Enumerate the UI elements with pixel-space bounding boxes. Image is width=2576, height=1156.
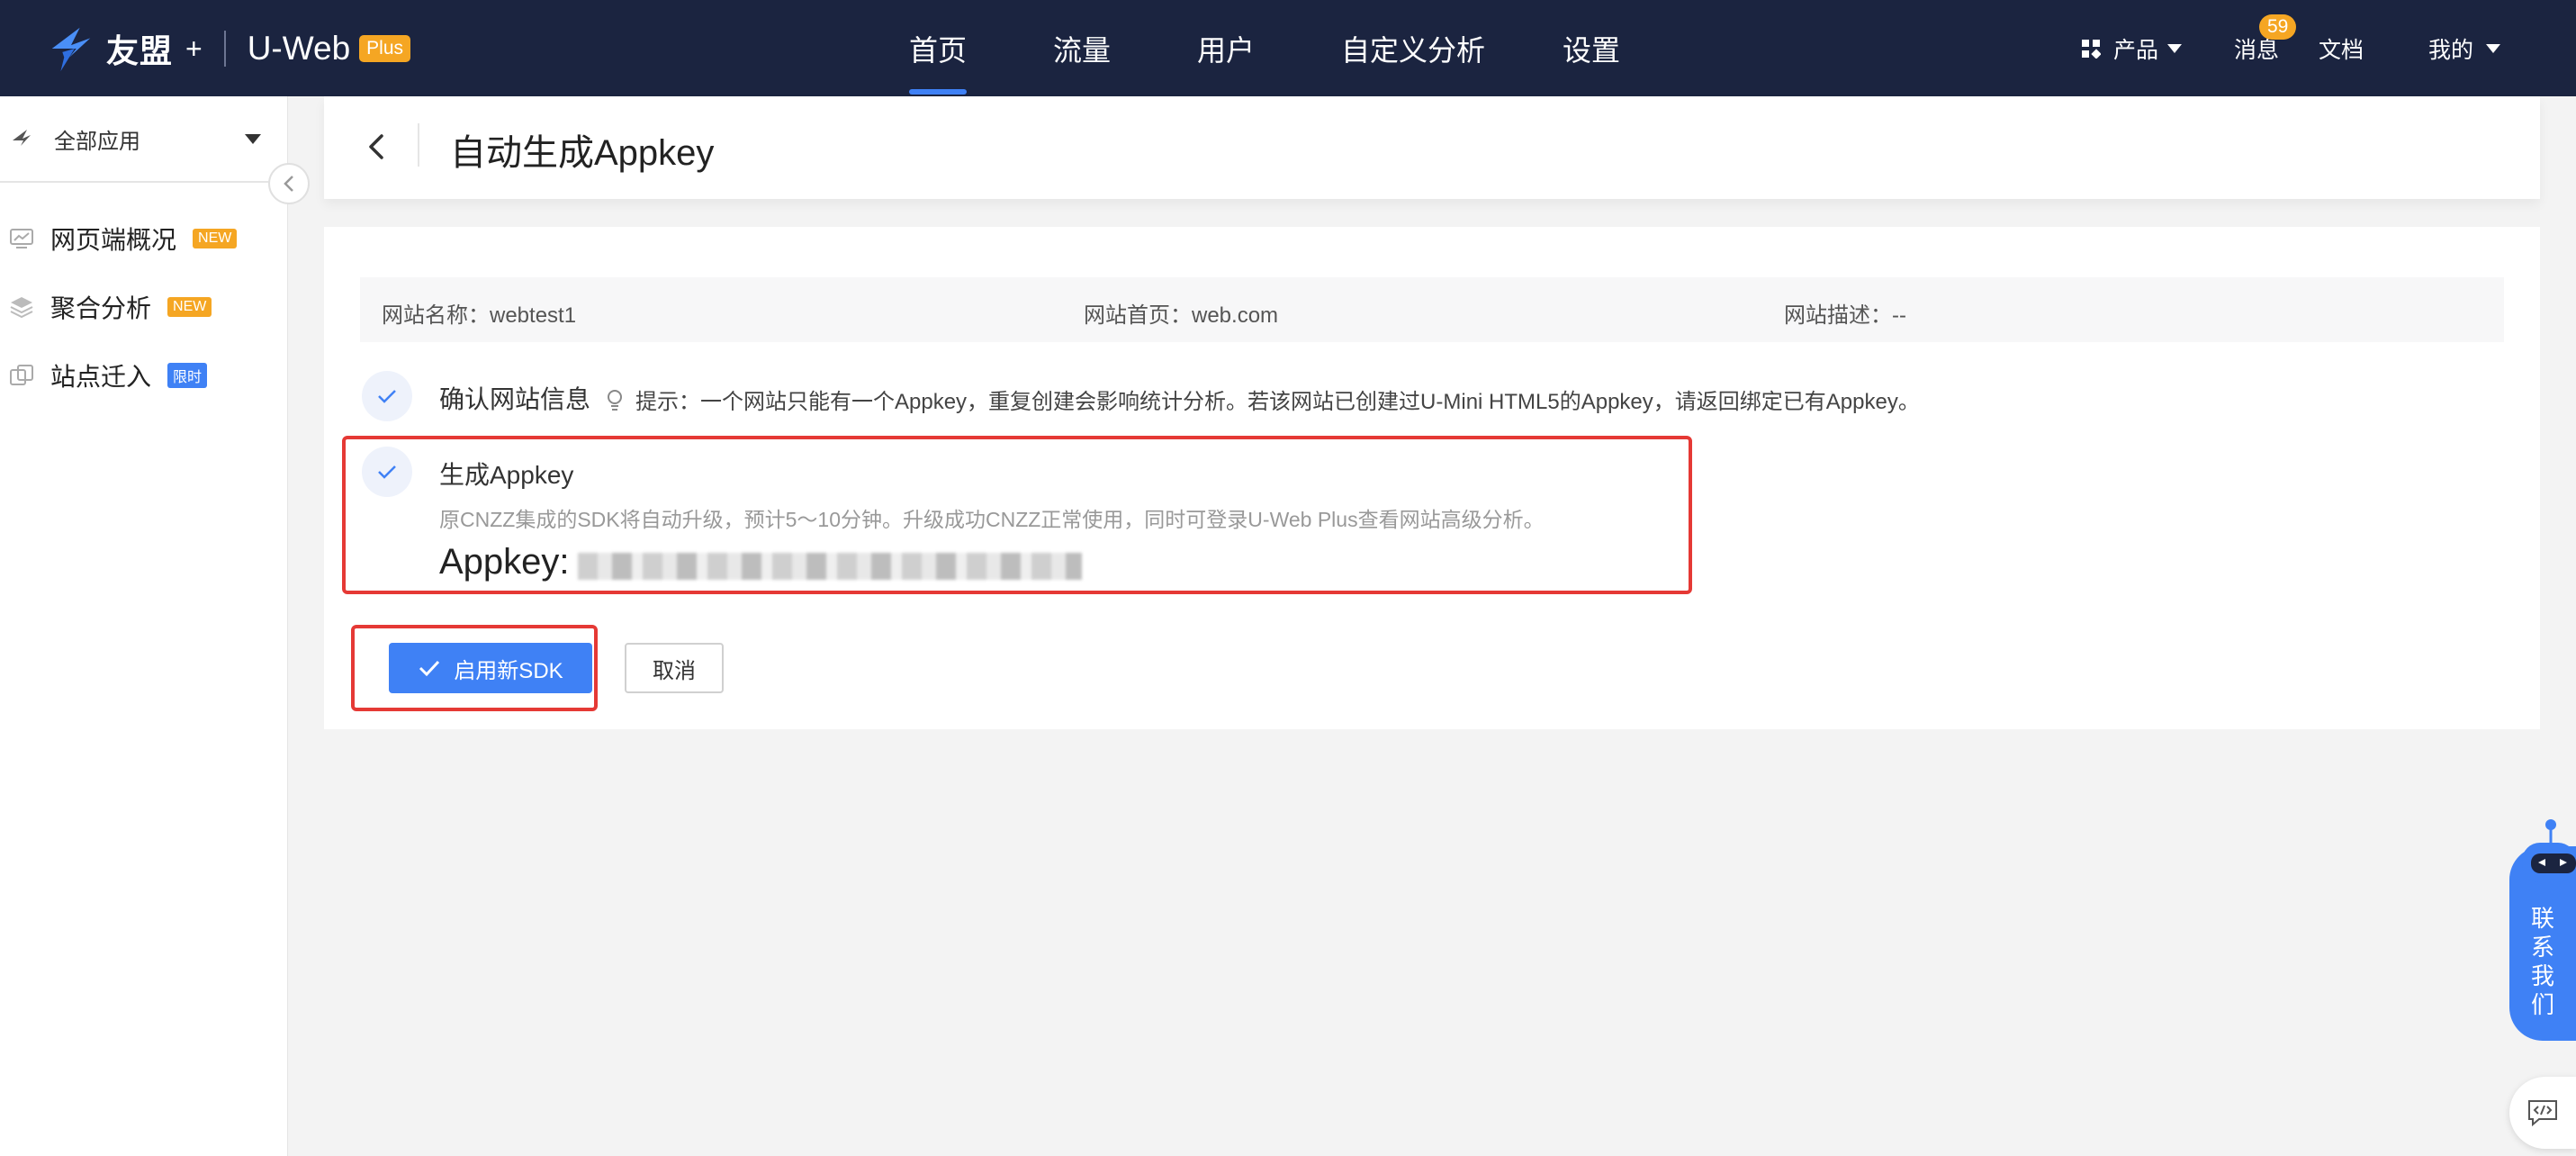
limited-time-tag: 限时 <box>167 363 208 388</box>
app-selector[interactable]: 全部应用 <box>0 96 288 183</box>
step-confirm-hint: 提示：一个网站只能有一个Appkey，重复创建会影响统计分析。若该网站已创建过U… <box>605 384 1920 415</box>
brand-name: 友盟 <box>106 32 174 69</box>
nav-custom-analysis[interactable]: 自定义分析 <box>1341 0 1485 96</box>
new-tag: NEW <box>193 229 238 248</box>
docs-label: 文档 <box>2319 37 2364 63</box>
highlight-generate-section <box>342 436 1692 594</box>
migrate-icon <box>10 365 33 385</box>
header-divider <box>418 123 419 167</box>
page-header: 自动生成Appkey <box>324 96 2540 199</box>
sidebar: 全部应用 网页端概况 NEW 聚合分析 NEW 站点迁入 限时 <box>0 96 288 1156</box>
sidebar-item-site-migration[interactable]: 站点迁入 限时 <box>9 354 208 397</box>
chevron-down-icon <box>245 134 261 144</box>
site-homepage: 网站首页：web.com <box>1084 303 1279 328</box>
appkey-form-card: 网站名称：webtest1 网站首页：web.com 网站描述：-- 确认网站信… <box>324 227 2540 729</box>
brand[interactable]: 友盟 + U-Web Plus <box>45 16 411 81</box>
cancel-button[interactable]: 取消 <box>625 643 724 693</box>
cancel-button-label: 取消 <box>653 658 696 683</box>
monitor-chart-icon <box>10 229 33 248</box>
docs-link[interactable]: 文档 <box>2319 0 2364 96</box>
collapse-sidebar-button[interactable] <box>268 163 310 204</box>
page-title: 自动生成Appkey <box>450 133 715 173</box>
nav-home[interactable]: 首页 <box>909 0 967 96</box>
grid-icon <box>2082 39 2101 59</box>
app-selector-label: 全部应用 <box>54 129 140 154</box>
sidebar-item-aggregate-analysis[interactable]: 聚合分析 NEW <box>9 285 212 329</box>
top-navigation-bar: 友盟 + U-Web Plus 首页 流量 用户 自定义分析 设置 产品 消息 … <box>0 0 2576 96</box>
new-tag: NEW <box>167 297 212 317</box>
check-icon <box>378 390 396 403</box>
lightbulb-icon <box>608 389 622 411</box>
sidebar-item-web-overview[interactable]: 网页端概况 NEW <box>9 217 238 260</box>
chevron-down-icon <box>2486 43 2501 53</box>
code-chat-icon <box>2528 1100 2557 1127</box>
plus-badge: Plus <box>359 35 411 62</box>
layers-icon <box>10 297 33 319</box>
brand-divider <box>223 31 226 67</box>
step-confirm-check <box>362 371 412 421</box>
chevron-left-icon <box>284 176 293 192</box>
brand-plus-sign: + <box>185 32 203 65</box>
nav-settings[interactable]: 设置 <box>1563 0 1620 96</box>
umeng-small-logo-icon <box>13 130 31 146</box>
product-name: U-Web <box>247 30 351 67</box>
code-feedback-button[interactable] <box>2509 1077 2576 1149</box>
messages-count-badge: 59 <box>2259 14 2297 40</box>
back-arrow-icon[interactable] <box>362 131 391 163</box>
my-menu[interactable]: 我的 <box>2428 0 2501 96</box>
main-nav: 首页 流量 用户 自定义分析 设置 <box>891 0 1620 96</box>
my-label: 我的 <box>2428 37 2474 63</box>
site-description: 网站描述：-- <box>1784 303 1906 328</box>
products-label: 产品 <box>2113 37 2159 63</box>
products-menu[interactable]: 产品 <box>2081 0 2183 96</box>
nav-users[interactable]: 用户 <box>1197 0 1255 96</box>
sidebar-item-label: 聚合分析 <box>50 294 152 322</box>
sidebar-item-label: 站点迁入 <box>50 363 152 391</box>
robot-assistant-icon[interactable] <box>2511 816 2576 893</box>
umeng-logo-icon <box>51 27 91 72</box>
highlight-enable-button <box>351 625 598 711</box>
step-confirm-title: 确认网站信息 <box>439 385 591 413</box>
chevron-down-icon <box>2167 43 2183 53</box>
nav-traffic[interactable]: 流量 <box>1053 0 1111 96</box>
hint-text: 提示：一个网站只能有一个Appkey，重复创建会影响统计分析。若该网站已创建过U… <box>635 390 1920 414</box>
sidebar-item-label: 网页端概况 <box>50 226 177 254</box>
contact-us-label: 联系我们 <box>2530 905 2554 1018</box>
site-name: 网站名称：webtest1 <box>382 303 577 328</box>
site-info-bar: 网站名称：webtest1 网站首页：web.com 网站描述：-- <box>360 277 2504 342</box>
